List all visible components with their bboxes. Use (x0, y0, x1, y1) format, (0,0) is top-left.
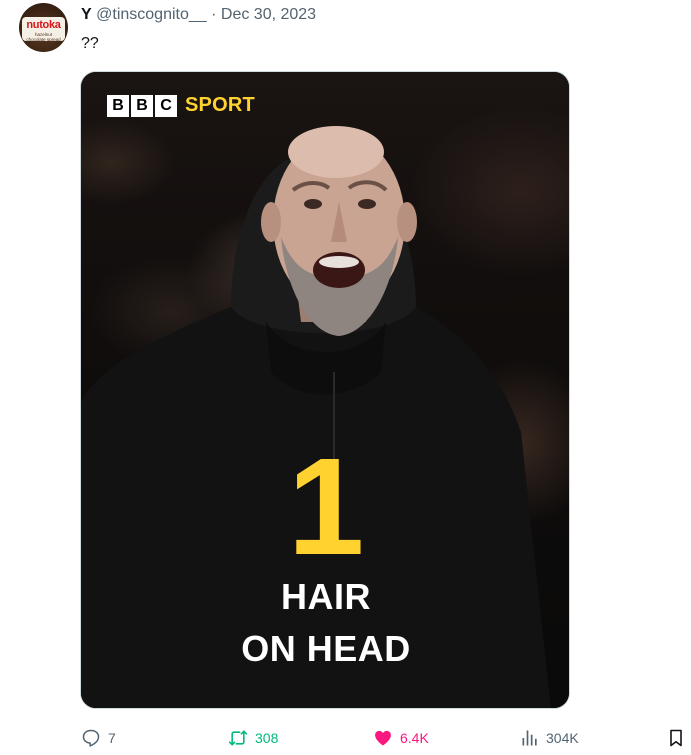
like-count: 6.4K (400, 730, 429, 746)
reply-button[interactable]: 7 (80, 728, 116, 748)
reply-icon (80, 728, 102, 748)
retweet-button[interactable]: 308 (227, 728, 278, 748)
like-icon (372, 728, 394, 748)
author-name[interactable]: Y (81, 6, 92, 23)
header-separator: · (211, 6, 217, 23)
tweet-date[interactable]: Dec 30, 2023 (221, 6, 316, 23)
reply-count: 7 (108, 730, 116, 746)
bookmark-icon (666, 729, 686, 753)
views-button[interactable]: 304K (520, 728, 579, 748)
graphic-caption-line2: ON HEAD (241, 628, 411, 669)
logo-block-1: B (107, 94, 129, 117)
bbc-sport-logo: B B C SPORT (107, 94, 255, 117)
logo-sport-word: SPORT (185, 94, 255, 116)
views-count: 304K (546, 730, 579, 746)
retweet-icon (227, 728, 249, 748)
tweet-header: Y @tinscognito__ · Dec 30, 2023 (81, 5, 316, 25)
bookmark-button[interactable] (666, 727, 686, 754)
author-handle[interactable]: @tinscognito__ (96, 6, 207, 23)
like-button[interactable]: 6.4K (372, 728, 429, 748)
logo-block-3: C (155, 94, 177, 117)
tweet-media-image[interactable]: B B C SPORT 1 HAIR ON HEAD (80, 71, 570, 709)
graphic-number: 1 (287, 430, 365, 584)
avatar-sub-text: hazelnut chocolate spread (26, 32, 61, 42)
tweet-text: ?? (81, 35, 99, 52)
retweet-count: 308 (255, 730, 279, 746)
avatar-brand-text: nutoka (26, 19, 61, 31)
author-avatar[interactable]: nutoka hazelnut chocolate spread (19, 3, 68, 52)
graphic-caption-line1: HAIR (281, 576, 371, 617)
logo-block-2: B (131, 94, 153, 117)
views-icon (520, 728, 540, 748)
